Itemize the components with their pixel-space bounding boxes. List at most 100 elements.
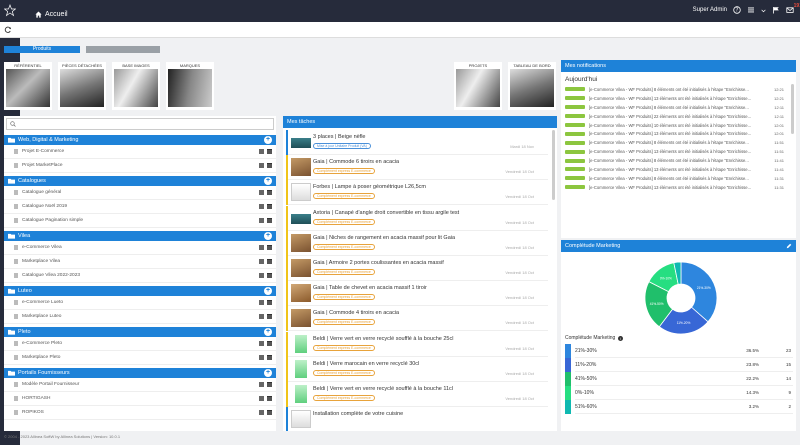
task-item[interactable]: Beldi | Verre marocain en verre recyclé … bbox=[286, 356, 548, 382]
tree-item[interactable]: Catalogue général bbox=[4, 186, 276, 200]
task-item[interactable]: Beldi | Verre vert en verre recyclé souf… bbox=[286, 331, 548, 357]
edit-icon[interactable] bbox=[786, 243, 792, 249]
add-icon[interactable]: + bbox=[264, 369, 272, 377]
legend-row[interactable]: 0%-10% 14.3% 9 bbox=[565, 386, 793, 400]
tree-search-input[interactable] bbox=[6, 118, 274, 130]
notification-item[interactable]: [e-Commerce Vilea - WF Produits] 13 élém… bbox=[561, 94, 796, 103]
tree-item[interactable]: Catalogue Noël 2019 bbox=[4, 200, 276, 214]
tile-pieces-detachees[interactable]: PIÈCES DÉTACHÉES bbox=[58, 62, 106, 110]
calendar-icon[interactable] bbox=[267, 149, 272, 154]
folder-open-icon[interactable] bbox=[259, 355, 264, 360]
tree-item[interactable]: e-Commerce Lueto bbox=[4, 296, 276, 310]
tree-item[interactable]: ROPIKOS bbox=[4, 406, 276, 420]
menu-list-icon[interactable] bbox=[747, 6, 755, 14]
tree-group-header[interactable]: Portails Fournisseurs + bbox=[4, 368, 276, 378]
calendar-icon[interactable] bbox=[267, 396, 272, 401]
calendar-icon[interactable] bbox=[267, 355, 272, 360]
folder-open-icon[interactable] bbox=[259, 273, 264, 278]
tab-produits[interactable]: Produits bbox=[4, 46, 80, 53]
task-item[interactable]: 3 places | Beige nèfle Mise à jour Unitai… bbox=[286, 130, 548, 155]
calendar-icon[interactable] bbox=[267, 341, 272, 346]
add-icon[interactable]: + bbox=[264, 136, 272, 144]
legend-row[interactable]: 41%-50% 22.2% 14 bbox=[565, 372, 793, 386]
folder-open-icon[interactable] bbox=[259, 382, 264, 387]
tree-item[interactable]: e-Commerce Vilea bbox=[4, 241, 276, 255]
tree-item[interactable]: Projet E-Commerce bbox=[4, 145, 276, 159]
notification-item[interactable]: [e-Commerce Vilea - WF Produits] 22 élém… bbox=[561, 112, 796, 121]
tile-projets[interactable]: PROJETS bbox=[454, 62, 502, 110]
calendar-icon[interactable] bbox=[267, 382, 272, 387]
add-icon[interactable]: + bbox=[264, 232, 272, 240]
tile-base-images[interactable]: BASE IMAGES bbox=[112, 62, 160, 110]
folder-open-icon[interactable] bbox=[259, 396, 264, 401]
tree-item[interactable]: e-Commerce Pleto bbox=[4, 337, 276, 351]
refresh-icon[interactable] bbox=[4, 26, 12, 34]
calendar-icon[interactable] bbox=[267, 190, 272, 195]
chevron-down-icon[interactable] bbox=[761, 8, 766, 13]
app-logo-icon[interactable] bbox=[4, 4, 16, 18]
folder-open-icon[interactable] bbox=[259, 204, 264, 209]
add-icon[interactable]: + bbox=[264, 328, 272, 336]
tree-item[interactable]: Modèle Portail Fournisseur bbox=[4, 378, 276, 392]
calendar-icon[interactable] bbox=[267, 314, 272, 319]
folder-open-icon[interactable] bbox=[259, 410, 264, 415]
calendar-icon[interactable] bbox=[267, 273, 272, 278]
notification-item[interactable]: [e-Commerce Vilea - WF Produits] 8 éléme… bbox=[561, 138, 796, 147]
folder-open-icon[interactable] bbox=[259, 190, 264, 195]
breadcrumb-home[interactable]: Accueil bbox=[35, 11, 68, 18]
folder-open-icon[interactable] bbox=[259, 149, 264, 154]
help-icon[interactable]: ? bbox=[733, 6, 741, 14]
mail-icon[interactable]: 191 bbox=[786, 3, 800, 14]
tree-item[interactable]: Projet MarketPlace bbox=[4, 159, 276, 173]
calendar-icon[interactable] bbox=[267, 259, 272, 264]
notifications-scrollbar[interactable] bbox=[791, 84, 794, 134]
tree-item[interactable]: Marketplace Vilea bbox=[4, 255, 276, 269]
tree-item[interactable]: HORTIGASH bbox=[4, 392, 276, 406]
tree-item[interactable]: Catalogue Vilea 2022-2023 bbox=[4, 269, 276, 283]
tree-item[interactable]: Marketplace Pleto bbox=[4, 351, 276, 365]
task-item[interactable]: Gaia | Armoire 2 portes coulissantes en … bbox=[286, 256, 548, 281]
calendar-icon[interactable] bbox=[267, 300, 272, 305]
tab-secondary[interactable] bbox=[86, 46, 160, 53]
legend-row[interactable]: 21%-30% 36.5% 23 bbox=[565, 344, 793, 358]
notification-item[interactable]: [e-Commerce Vilea - WF Produits] 13 élém… bbox=[561, 147, 796, 156]
notification-item[interactable]: [e-Commerce Vilea - WF Produits] 13 élém… bbox=[561, 129, 796, 138]
folder-open-icon[interactable] bbox=[259, 218, 264, 223]
notification-item[interactable]: [e-Commerce Vilea - WF Produits] 13 élém… bbox=[561, 165, 796, 174]
add-icon[interactable]: + bbox=[264, 287, 272, 295]
add-icon[interactable]: + bbox=[264, 177, 272, 185]
tree-item[interactable]: Catalogue Pagination simple bbox=[4, 214, 276, 228]
tile-referentiel[interactable]: RÉFÉRENTIEL bbox=[4, 62, 52, 110]
flag-icon[interactable] bbox=[772, 6, 780, 14]
calendar-icon[interactable] bbox=[267, 163, 272, 168]
tree-item[interactable]: Marketplace Luteo bbox=[4, 310, 276, 324]
calendar-icon[interactable] bbox=[267, 204, 272, 209]
tree-group-header[interactable]: Pleto + bbox=[4, 327, 276, 337]
folder-open-icon[interactable] bbox=[259, 300, 264, 305]
folder-open-icon[interactable] bbox=[259, 341, 264, 346]
tile-tableau-de-bord[interactable]: TABLEAU DE BORD bbox=[508, 62, 556, 110]
notification-item[interactable]: [e-Commerce Vilea - WF Produits] 8 éléme… bbox=[561, 156, 796, 165]
notification-item[interactable]: [e-Commerce Vilea - WF Produits] 8 éléme… bbox=[561, 174, 796, 183]
notification-item[interactable]: [e-Commerce Vilea - WF Produits] 8 éléme… bbox=[561, 85, 796, 94]
calendar-icon[interactable] bbox=[267, 218, 272, 223]
folder-open-icon[interactable] bbox=[259, 163, 264, 168]
tasks-scrollbar[interactable] bbox=[552, 130, 555, 200]
user-name[interactable]: Super Admin bbox=[693, 7, 727, 13]
tile-marques[interactable]: MARQUES bbox=[166, 62, 214, 110]
notification-item[interactable]: [e-Commerce Vilea - WF Produits] 10 élém… bbox=[561, 121, 796, 130]
tree-group-header[interactable]: Luteo + bbox=[4, 286, 276, 296]
folder-open-icon[interactable] bbox=[259, 259, 264, 264]
task-item[interactable]: Axtoria | Canapé d'angle droit convertib… bbox=[286, 205, 548, 231]
calendar-icon[interactable] bbox=[267, 245, 272, 250]
task-item[interactable]: Gaia | Niches de rangement en acacia mas… bbox=[286, 230, 548, 256]
tree-group-header[interactable]: Vilea + bbox=[4, 231, 276, 241]
calendar-icon[interactable] bbox=[267, 410, 272, 415]
tree-group-header[interactable]: Web, Digital & Marketing + bbox=[4, 135, 276, 145]
task-item[interactable]: Forbes | Lampe à poser géométrique L26,5… bbox=[286, 180, 548, 206]
task-item[interactable]: Installation complète de votre cuisine bbox=[286, 407, 548, 431]
task-item[interactable]: Gaia | Table de chevet en acacia massif … bbox=[286, 281, 548, 307]
tree-group-header[interactable]: Catalogues + bbox=[4, 176, 276, 186]
folder-open-icon[interactable] bbox=[259, 245, 264, 250]
task-item[interactable]: Gaia | Commode 4 tiroirs en acacia Complé… bbox=[286, 306, 548, 332]
